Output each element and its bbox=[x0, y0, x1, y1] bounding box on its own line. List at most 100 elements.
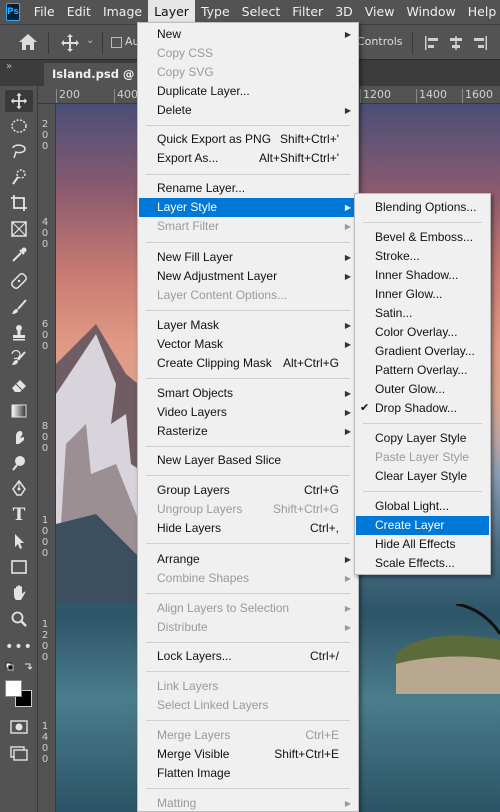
ruler-tick-label: 1 bbox=[41, 619, 49, 630]
menu-3d[interactable]: 3D bbox=[329, 0, 359, 24]
menu-item-label: Layer Style bbox=[157, 200, 218, 214]
smudge-tool-icon[interactable] bbox=[8, 426, 30, 448]
menu-item-global-light[interactable]: Global Light... bbox=[356, 497, 489, 516]
eraser-tool-icon[interactable] bbox=[8, 374, 30, 396]
menu-item-outer-glow[interactable]: Outer Glow... bbox=[356, 380, 489, 399]
menu-item-label: Copy CSS bbox=[157, 46, 214, 60]
healing-brush-tool-icon[interactable] bbox=[8, 270, 30, 292]
menu-item-gradient-overlay[interactable]: Gradient Overlay... bbox=[356, 342, 489, 361]
menu-item-quick-export-png[interactable]: Quick Export as PNG Shift+Ctrl+' bbox=[139, 130, 357, 149]
menu-item-inner-glow[interactable]: Inner Glow... bbox=[356, 285, 489, 304]
menu-item-smart-objects[interactable]: Smart Objects ▶ bbox=[139, 384, 357, 403]
dodge-tool-icon[interactable] bbox=[8, 452, 30, 474]
menu-item-rasterize[interactable]: Rasterize ▶ bbox=[139, 422, 357, 441]
menu-item-video-layers[interactable]: Video Layers ▶ bbox=[139, 403, 357, 422]
menu-item-layer-style[interactable]: Layer Style ▶ bbox=[139, 198, 357, 217]
menu-item-export-as[interactable]: Export As... Alt+Shift+Ctrl+' bbox=[139, 149, 357, 168]
align-left-icon[interactable] bbox=[424, 35, 440, 51]
menu-separator bbox=[146, 543, 350, 544]
menu-select[interactable]: Select bbox=[236, 0, 287, 24]
eyedropper-tool-icon[interactable] bbox=[8, 244, 30, 266]
menu-item-new-fill-layer[interactable]: New Fill Layer ▶ bbox=[139, 248, 357, 267]
menu-item-stroke[interactable]: Stroke... bbox=[356, 247, 489, 266]
collapse-panels-icon[interactable]: » bbox=[6, 61, 12, 72]
menu-image[interactable]: Image bbox=[97, 0, 148, 24]
move-tool-icon[interactable] bbox=[60, 33, 80, 53]
default-colors-icon[interactable] bbox=[5, 662, 33, 676]
clone-stamp-tool-icon[interactable] bbox=[8, 322, 30, 344]
quick-selection-tool-icon[interactable] bbox=[8, 166, 30, 188]
type-tool-icon[interactable]: T bbox=[8, 504, 30, 526]
pen-tool-icon[interactable] bbox=[8, 478, 30, 500]
menu-item-rename-layer[interactable]: Rename Layer... bbox=[139, 179, 357, 198]
menu-separator bbox=[363, 491, 482, 492]
menu-item-merge-visible[interactable]: Merge Visible Shift+Ctrl+E bbox=[139, 745, 357, 764]
menu-item-satin[interactable]: Satin... bbox=[356, 304, 489, 323]
menu-item-ungroup-layers: Ungroup Layers Shift+Ctrl+G bbox=[139, 500, 357, 519]
gradient-tool-icon[interactable] bbox=[8, 400, 30, 422]
menu-item-label: Copy SVG bbox=[157, 65, 214, 79]
menu-item-hide-layers[interactable]: Hide Layers Ctrl+, bbox=[139, 519, 357, 538]
menu-item-inner-shadow[interactable]: Inner Shadow... bbox=[356, 266, 489, 285]
menu-item-group-layers[interactable]: Group Layers Ctrl+G bbox=[139, 481, 357, 500]
ruler-tick-label: 1 bbox=[41, 721, 49, 732]
history-brush-tool-icon[interactable] bbox=[8, 348, 30, 370]
menu-item-pattern-overlay[interactable]: Pattern Overlay... bbox=[356, 361, 489, 380]
menu-item-hide-all-effects[interactable]: Hide All Effects bbox=[356, 535, 489, 554]
lasso-tool-icon[interactable] bbox=[8, 140, 30, 162]
menu-item-lock-layers[interactable]: Lock Layers... Ctrl+/ bbox=[139, 647, 357, 666]
move-tool-icon[interactable] bbox=[5, 90, 33, 112]
more-tools-icon[interactable]: ••• bbox=[5, 636, 32, 658]
menu-item-flatten-image[interactable]: Flatten Image bbox=[139, 764, 357, 783]
menu-item-delete[interactable]: Delete ▶ bbox=[139, 101, 357, 120]
menu-type[interactable]: Type bbox=[195, 0, 236, 24]
menu-item-duplicate-layer[interactable]: Duplicate Layer... bbox=[139, 82, 357, 101]
menu-filter[interactable]: Filter bbox=[286, 0, 329, 24]
auto-select-checkbox[interactable] bbox=[111, 37, 122, 48]
menu-item-scale-effects[interactable]: Scale Effects... bbox=[356, 554, 489, 573]
menu-item-bevel-emboss[interactable]: Bevel & Emboss... bbox=[356, 228, 489, 247]
foreground-background-colors[interactable] bbox=[5, 680, 33, 708]
path-selection-tool-icon[interactable] bbox=[8, 530, 30, 552]
align-right-icon[interactable] bbox=[472, 35, 488, 51]
menu-item-new-layer-based-slice[interactable]: New Layer Based Slice bbox=[139, 451, 357, 470]
menu-file[interactable]: File bbox=[28, 0, 61, 24]
rectangle-tool-icon[interactable] bbox=[8, 556, 30, 578]
quick-mask-icon[interactable] bbox=[8, 716, 30, 738]
color-swatch-controls[interactable] bbox=[5, 662, 33, 676]
menu-item-new-adjustment-layer[interactable]: New Adjustment Layer ▶ bbox=[139, 267, 357, 286]
frame-tool-icon[interactable] bbox=[8, 218, 30, 240]
menu-item-clear-layer-style[interactable]: Clear Layer Style bbox=[356, 467, 489, 486]
foreground-color-swatch[interactable] bbox=[5, 680, 22, 697]
menu-separator bbox=[363, 222, 482, 223]
marquee-tool-icon[interactable] bbox=[8, 115, 30, 137]
home-icon[interactable] bbox=[18, 33, 38, 51]
menu-item-color-overlay[interactable]: Color Overlay... bbox=[356, 323, 489, 342]
menu-item-layer-content-options: Layer Content Options... bbox=[139, 286, 357, 305]
menu-item-create-layer[interactable]: Create Layer bbox=[356, 516, 489, 535]
menu-separator bbox=[146, 593, 350, 594]
menu-item-vector-mask[interactable]: Vector Mask ▶ bbox=[139, 335, 357, 354]
align-center-icon[interactable] bbox=[448, 35, 464, 51]
menu-item-arrange[interactable]: Arrange ▶ bbox=[139, 550, 357, 569]
menu-view[interactable]: View bbox=[359, 0, 401, 24]
menu-item-label: Duplicate Layer... bbox=[157, 84, 250, 98]
menu-layer[interactable]: Layer bbox=[148, 0, 195, 24]
screen-mode-icon[interactable] bbox=[8, 742, 30, 764]
menu-help[interactable]: Help bbox=[462, 0, 500, 24]
menu-item-drop-shadow[interactable]: ✔ Drop Shadow... bbox=[356, 399, 489, 418]
menu-item-blending-options[interactable]: Blending Options... bbox=[356, 198, 489, 217]
menu-item-new[interactable]: New ▶ bbox=[139, 25, 357, 44]
chevron-down-icon[interactable]: ⌄ bbox=[86, 35, 94, 46]
menu-item-create-clipping-mask[interactable]: Create Clipping Mask Alt+Ctrl+G bbox=[139, 354, 357, 373]
hand-tool-icon[interactable] bbox=[8, 582, 30, 604]
menu-window[interactable]: Window bbox=[400, 0, 461, 24]
crop-tool-icon[interactable] bbox=[8, 192, 30, 214]
menu-edit[interactable]: Edit bbox=[61, 0, 97, 24]
zoom-tool-icon[interactable] bbox=[8, 608, 30, 630]
brush-tool-icon[interactable] bbox=[8, 296, 30, 318]
menu-item-copy-layer-style[interactable]: Copy Layer Style bbox=[356, 429, 489, 448]
menu-item-layer-mask[interactable]: Layer Mask ▶ bbox=[139, 316, 357, 335]
divider bbox=[102, 32, 103, 54]
ruler-tick-label: 4 bbox=[41, 217, 49, 228]
